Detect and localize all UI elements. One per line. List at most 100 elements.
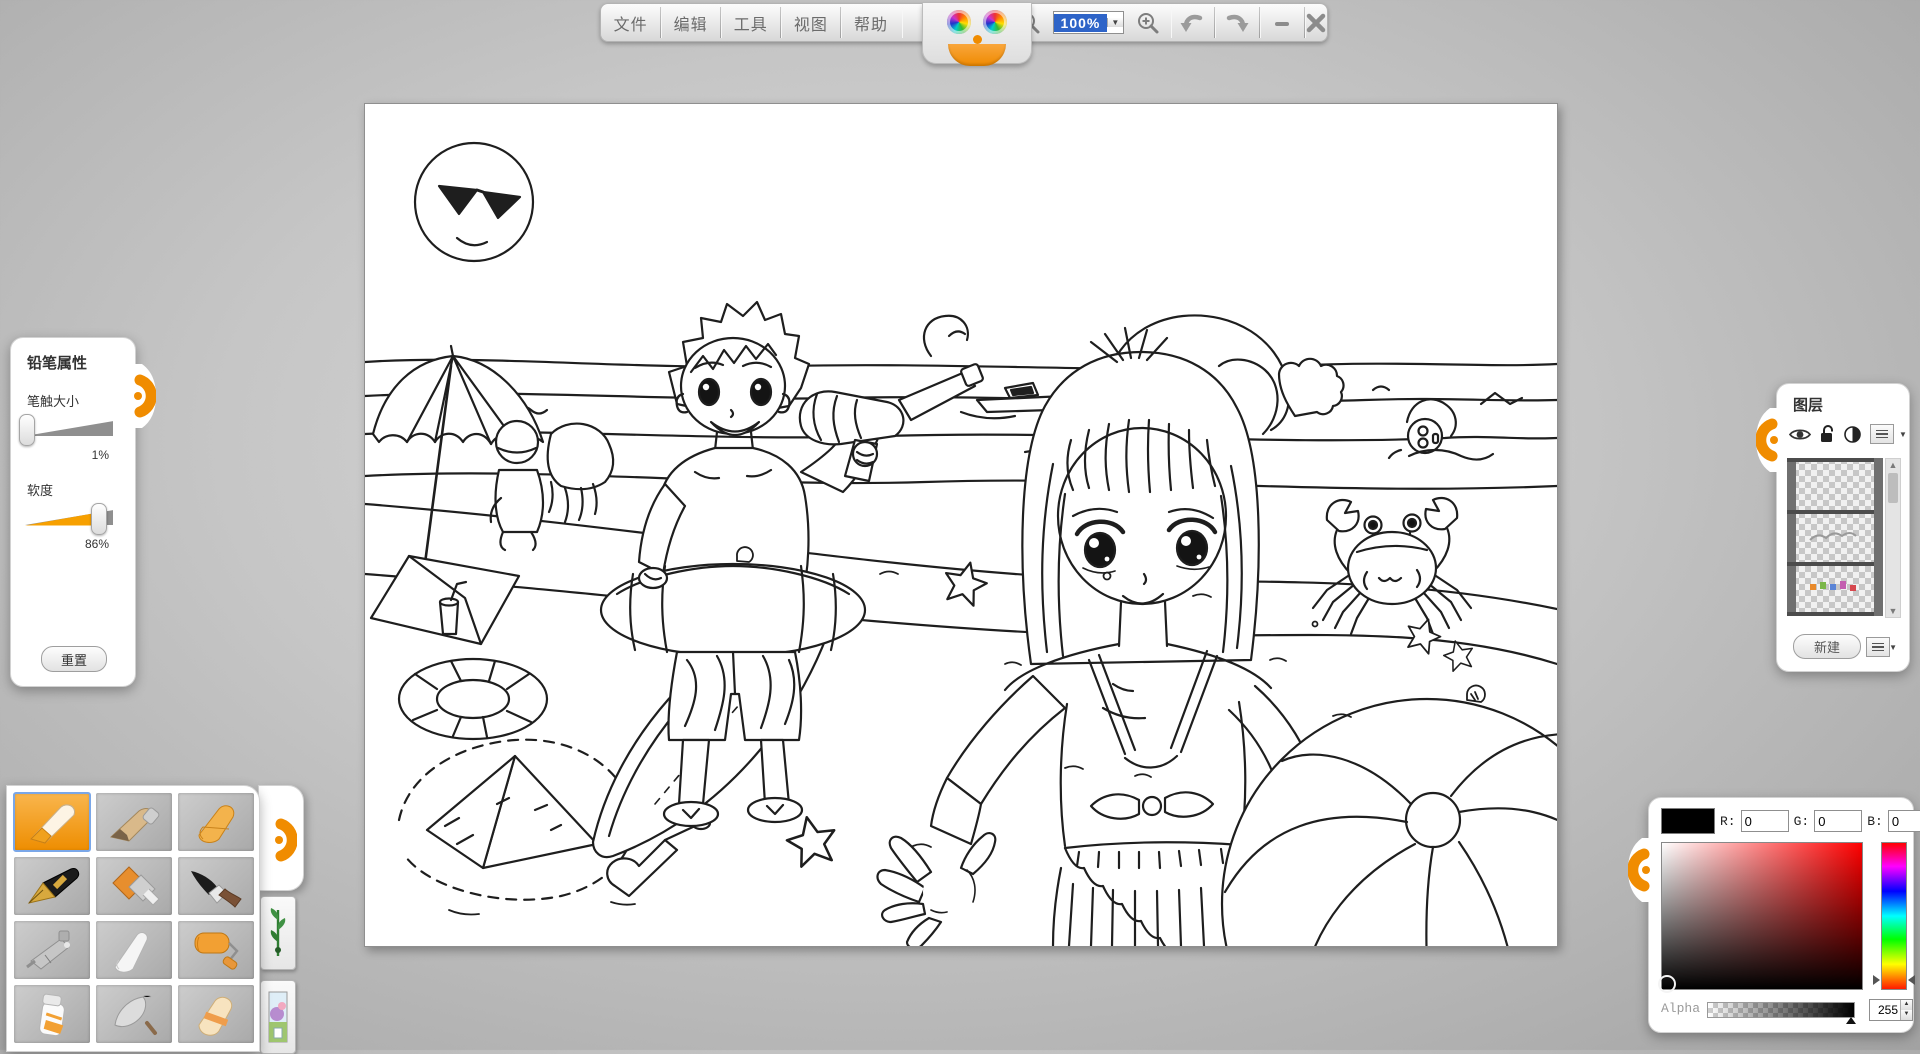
layer-menu-caret-icon[interactable]: ▼ (1899, 430, 1907, 439)
zoom-level-combo[interactable]: 100% ▼ (1051, 4, 1125, 41)
tool-sketch-pencil[interactable] (96, 793, 172, 851)
eraser-tool-icon (185, 991, 247, 1037)
tool-flat-brush[interactable] (96, 857, 172, 915)
picture-stamp-button[interactable] (260, 980, 296, 1054)
color-grab-handle[interactable] (1628, 838, 1652, 902)
layer-item-1[interactable] (1796, 462, 1874, 510)
tool-ink-brush[interactable] (178, 857, 254, 915)
red-label: R: (1720, 814, 1736, 829)
palette-grab-handle[interactable] (273, 808, 297, 872)
alpha-spin-down-icon[interactable]: ▼ (1901, 1010, 1912, 1020)
saturation-value-square[interactable] (1661, 842, 1863, 990)
sv-selection-marker[interactable] (1658, 975, 1676, 993)
tool-airbrush[interactable] (14, 921, 90, 979)
tool-pencil[interactable] (14, 793, 90, 851)
hue-marker-left-icon[interactable] (1873, 975, 1880, 985)
tool-eraser[interactable] (178, 985, 254, 1043)
ink-jar-tool-icon (21, 991, 83, 1037)
green-label: G: (1794, 814, 1810, 829)
palette-knife-tool-icon (103, 991, 165, 1037)
brush-size-track[interactable] (25, 418, 113, 440)
brush-size-value: 1% (11, 448, 109, 462)
alpha-slider[interactable] (1707, 1002, 1855, 1018)
green-input[interactable] (1814, 810, 1862, 832)
minimize-button[interactable] (1260, 4, 1304, 41)
pencil-panel-title: 铅笔属性 (27, 352, 135, 373)
layer-list (1787, 458, 1883, 616)
alpha-value-input[interactable] (1870, 1000, 1900, 1020)
plant-stamp-button[interactable] (260, 896, 296, 970)
menu-help[interactable]: 帮助 (841, 4, 900, 41)
canvas-artwork (365, 104, 1557, 946)
layer-item-2[interactable] (1796, 514, 1874, 562)
layers-options-caret-icon[interactable]: ▼ (1889, 643, 1897, 652)
red-input[interactable] (1741, 810, 1789, 832)
alpha-spinner: ▲ ▼ (1869, 999, 1913, 1021)
scroll-down-icon[interactable]: ▼ (1889, 605, 1898, 617)
layers-panel: 图层 ▼ (1776, 383, 1910, 672)
menu-view[interactable]: 视图 (781, 4, 840, 41)
undo-button[interactable] (1170, 4, 1214, 41)
layer-visibility-eye-icon[interactable] (1789, 427, 1811, 442)
hue-bar[interactable] (1881, 842, 1907, 990)
tool-palette-knife[interactable] (96, 985, 172, 1043)
paint-application: { "window": { "menu_items": ["文件", "编辑",… (0, 0, 1920, 1050)
tool-paint-roller[interactable] (178, 921, 254, 979)
close-button[interactable] (1305, 4, 1327, 41)
menu-tools[interactable]: 工具 (721, 4, 780, 41)
close-icon (1305, 12, 1327, 34)
tool-ink-jar[interactable] (14, 985, 90, 1043)
airbrush-tool-icon (21, 927, 83, 973)
new-layer-button[interactable]: 新建 (1793, 634, 1861, 659)
layers-grab-handle[interactable] (1756, 408, 1780, 472)
hue-marker-right-icon[interactable] (1908, 975, 1915, 985)
layer-unlock-padlock-icon[interactable] (1820, 425, 1835, 443)
layers-options-menu-button[interactable] (1866, 637, 1890, 657)
drawing-canvas[interactable] (364, 103, 1558, 947)
zoom-in-button[interactable] (1126, 4, 1170, 41)
brush-size-handle[interactable] (19, 414, 35, 446)
zoom-dropdown-caret[interactable]: ▼ (1107, 18, 1123, 27)
layers-panel-title: 图层 (1793, 394, 1909, 415)
softness-value: 86% (11, 537, 109, 551)
layer-scrollbar[interactable]: ▲ ▼ (1885, 458, 1901, 618)
logo-right-eye-icon (983, 10, 1007, 34)
alpha-marker-icon[interactable] (1846, 1017, 1856, 1024)
reset-button[interactable]: 重置 (41, 646, 107, 672)
paint-roller-tool-icon (185, 927, 247, 973)
tool-grid (7, 786, 259, 1050)
layer-item-3[interactable] (1796, 566, 1874, 614)
alpha-spin-up-icon[interactable]: ▲ (1901, 1000, 1912, 1010)
menu-edit[interactable]: 编辑 (661, 4, 720, 41)
layer-opacity-icon[interactable] (1844, 426, 1861, 443)
tool-fountain-pen[interactable] (14, 857, 90, 915)
blue-input[interactable] (1888, 810, 1920, 832)
scroll-thumb[interactable] (1888, 473, 1898, 503)
blue-label: B: (1867, 814, 1883, 829)
crayon-tool-icon (185, 799, 247, 845)
tool-palette-tab (258, 785, 304, 891)
tool-paint-knife[interactable] (96, 921, 172, 979)
redo-button[interactable] (1215, 4, 1259, 41)
brush-size-label: 笔触大小 (27, 391, 135, 410)
minimize-icon (1272, 13, 1292, 33)
zoom-level-value[interactable]: 100% (1054, 14, 1108, 32)
softness-label: 软度 (27, 480, 135, 499)
menu-file[interactable]: 文件 (601, 4, 660, 41)
flat-brush-tool-icon (103, 863, 165, 909)
softness-slider[interactable] (19, 503, 119, 533)
logo-smile-icon (948, 44, 1006, 66)
magnifier-plus-icon (1136, 11, 1160, 35)
softness-handle[interactable] (91, 503, 107, 535)
brush-size-slider[interactable] (19, 414, 119, 444)
layer-blend-menu-button[interactable] (1870, 424, 1894, 444)
panel-grab-handle[interactable] (132, 364, 156, 428)
pencil-tool-icon (21, 799, 83, 845)
tool-palette-panel (6, 785, 260, 1052)
picture-stamp-icon (267, 988, 289, 1046)
scroll-up-icon[interactable]: ▲ (1889, 459, 1898, 471)
alpha-label: Alpha (1661, 1001, 1700, 1016)
layer2-sketch-preview (1796, 514, 1874, 562)
undo-arrow-icon (1179, 11, 1205, 35)
tool-crayon[interactable] (178, 793, 254, 851)
